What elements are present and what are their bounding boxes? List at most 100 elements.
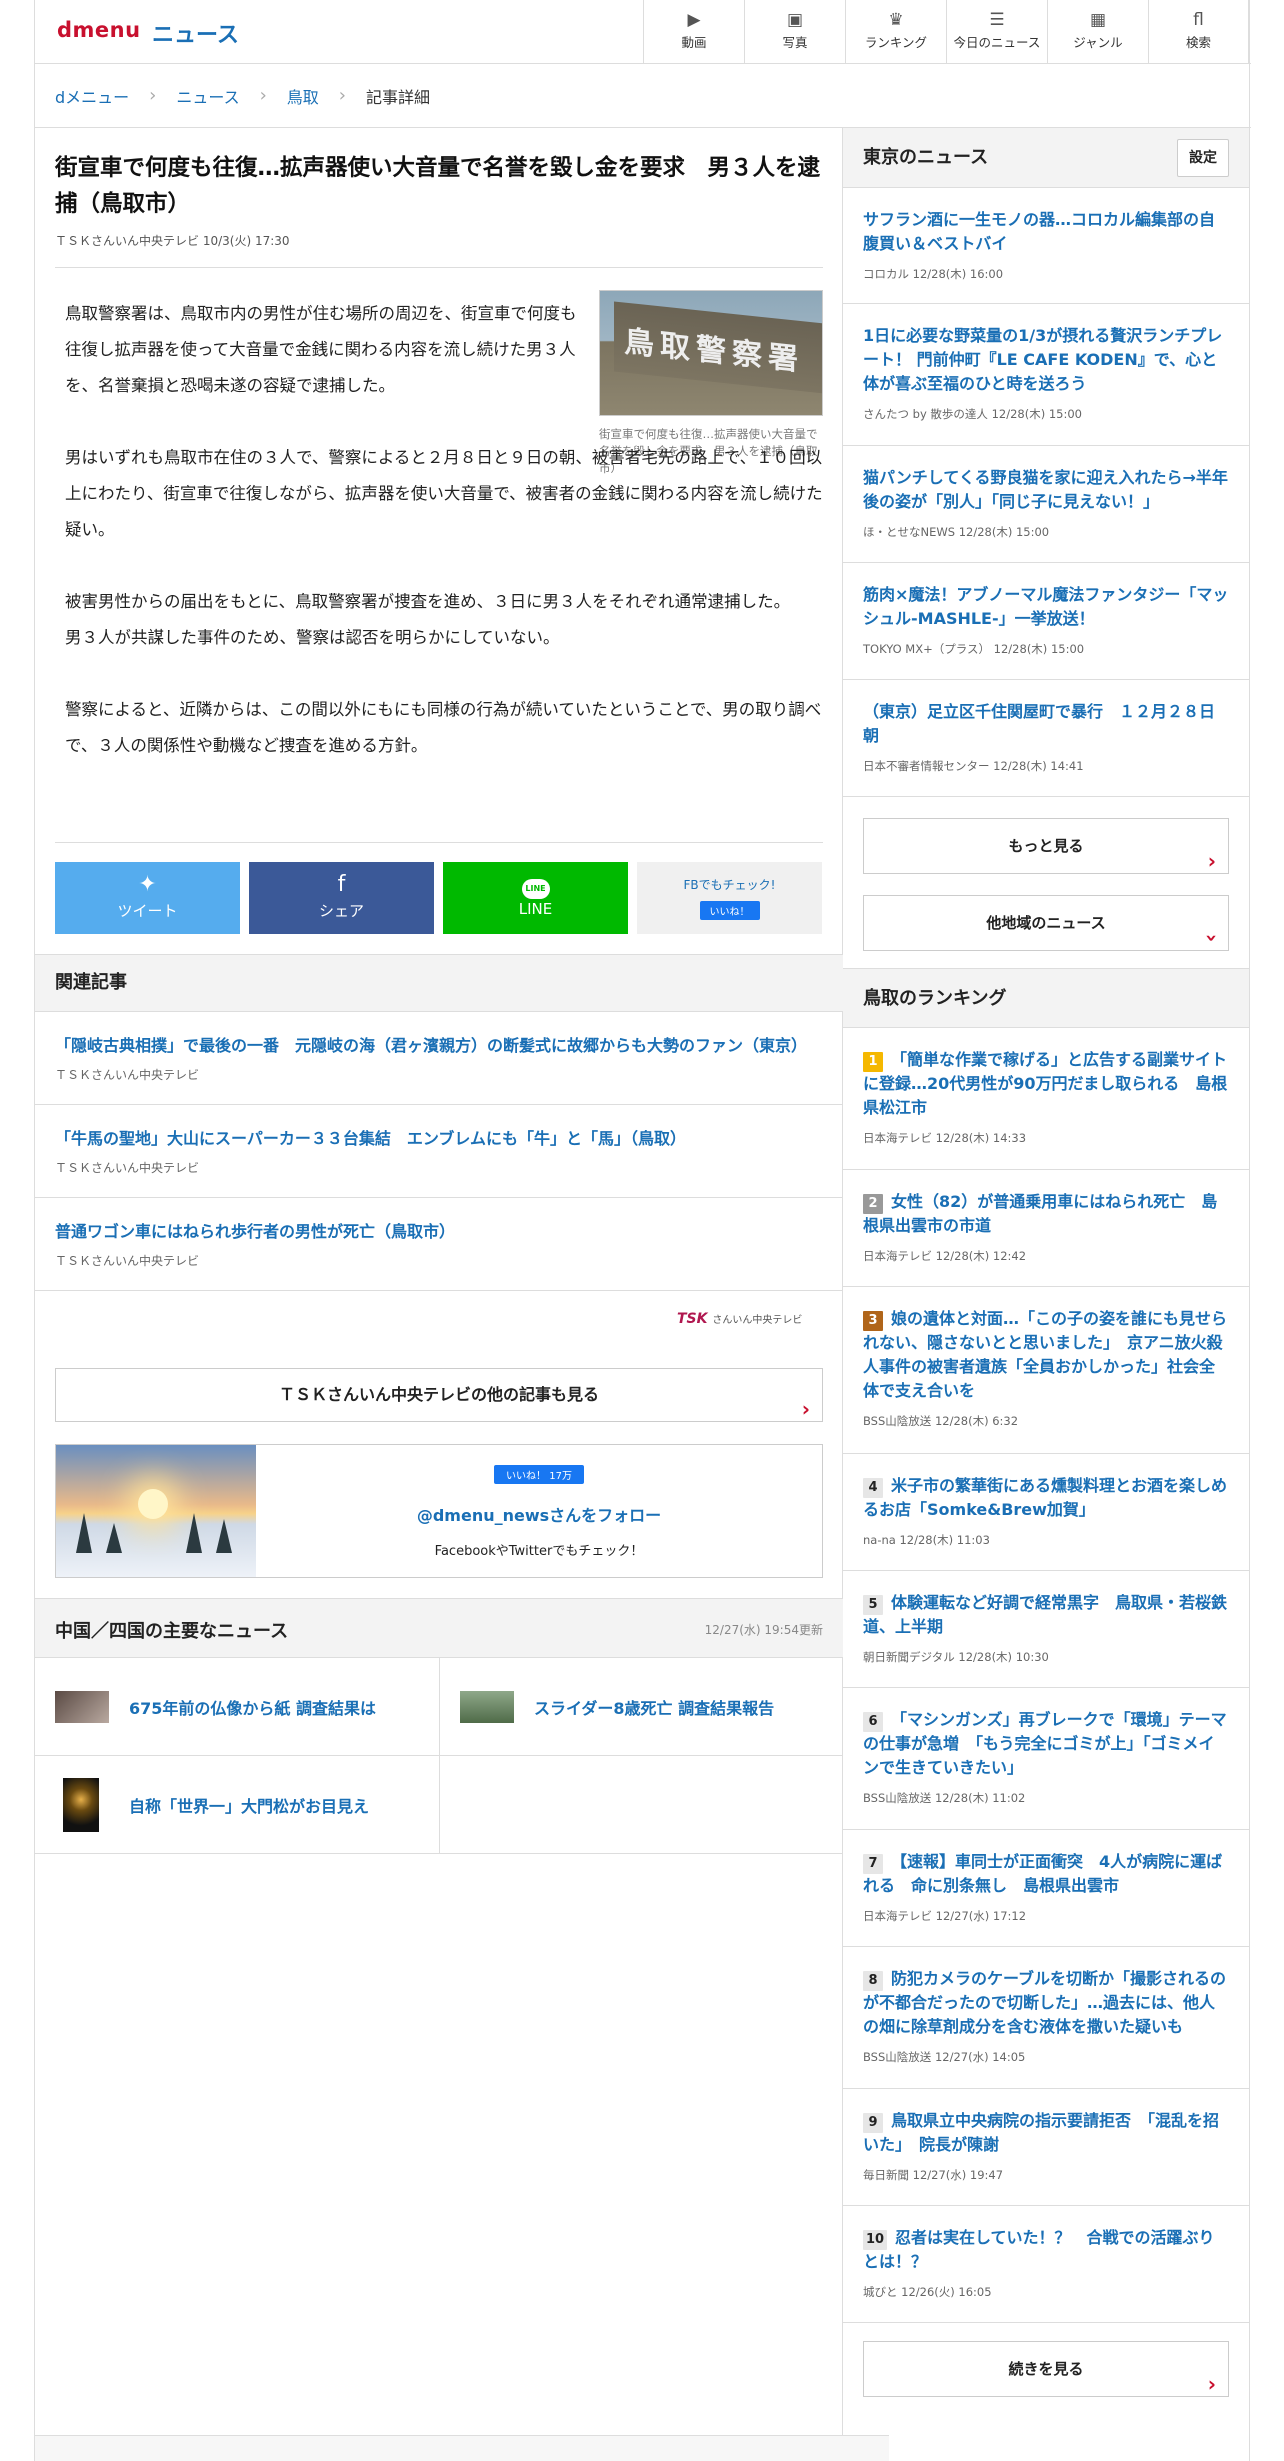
breadcrumb-current: 記事詳細 [366, 87, 431, 107]
rank-badge: 7 [863, 1854, 883, 1874]
ranking-item[interactable]: 3 娘の遺体と対面…「この子の姿を誰にも見せられない、隠さないとと思いました」 京… [843, 1287, 1249, 1454]
rank-badge: 6 [863, 1712, 883, 1732]
tweet-button[interactable]: ✦ ツイート [55, 862, 240, 934]
tokyo-news-item[interactable]: （東京）足立区千住関屋町で暴行 １２月２８日朝 日本不審者情報センター 12/28… [843, 680, 1249, 797]
news-section-title[interactable]: ニュース [152, 17, 239, 49]
today-news-icon: ☰ [989, 10, 1005, 30]
regional-item[interactable]: スライダー8歳死亡 調査結果報告 [439, 1658, 843, 1756]
tokyo-news-item[interactable]: サフラン酒に一生モノの器…コロカル編集部の自腹買い＆ベストバイ コロカル 12/2… [843, 188, 1249, 304]
related-item[interactable]: 「隠岐古典相撲」で最後の一番 元隠岐の海（君ヶ濱親方）の断髪式に故郷からも大勢の… [35, 1012, 843, 1105]
ranking-header: 鳥取のランキング [843, 968, 1249, 1028]
tsk-logo-text: TSK [677, 1311, 708, 1327]
related-source: ＴＳＫさんいん中央テレビ [55, 1161, 200, 1175]
ranking-item[interactable]: 8 防犯カメラのケーブルを切断か「撮影されるのが不都合だったので切断した」…過去に… [843, 1947, 1249, 2089]
tree-shape [76, 1513, 92, 1553]
nav-genre[interactable]: ▦ ジャンル [1047, 0, 1148, 64]
continue-ranking-button[interactable]: 続きを見る › [863, 2341, 1229, 2397]
settings-button[interactable]: 設定 [1177, 139, 1229, 177]
news-meta: TOKYO MX+（プラス） 12/28(木) 15:00 [863, 642, 1085, 656]
nav-video-label: 動画 [681, 35, 707, 50]
ranking-item[interactable]: 10 忍者は実在していた！？ 合戦での活躍ぶりとは！？ 城びと 12/26(火) 1… [843, 2206, 1249, 2323]
related-item[interactable]: 「牛馬の聖地」大山にスーパーカー３３台集結 エンブレムにも「牛」と「馬」（鳥取）… [35, 1105, 843, 1198]
news-meta: コロカル 12/28(木) 16:00 [863, 267, 1004, 281]
site-header: dmenu ニュース ▶ 動画 ▣ 写真 ♛ ランキング ☰ 今日のニュース ▦ ジャンル… [35, 0, 1251, 64]
ranking-meta: BSS山陰放送 12/28(木) 11:02 [863, 1791, 1026, 1805]
ranking-text: 米子市の繁華街にある燻製料理とお酒を楽しめるお店「Somke&Brew加賀」 [863, 1476, 1228, 1519]
main-column: 街宣車で何度も往復…拡声器使い大音量で名誉を毀し金を要求 男３人を逮捕（鳥取市）… [35, 128, 843, 2461]
share-bar: ✦ ツイート f シェア LINE LINE FBでもチェック! いいね！ [55, 862, 823, 934]
more-tsk-label: ＴＳＫさんいん中央テレビの他の記事も見る [278, 1385, 599, 1404]
continue-label: 続きを見る [1008, 2360, 1084, 2378]
ranking-text: 【速報】車同士が正面衝突 4人が病院に運ばれる 命に別条無し 島根県出雲市 [863, 1852, 1223, 1895]
news-title: 猫パンチしてくる野良猫を家に迎え入れたら→半年後の姿が「別人」「同じ子に見えない… [863, 468, 1228, 511]
tokyo-news-item[interactable]: 筋肉×魔法！アブノーマル魔法ファンタジー「マッシュル-MASHLE-」一挙放送！… [843, 563, 1249, 680]
tsk-logo-sub: さんいん中央テレビ [712, 1315, 803, 1326]
breadcrumb-news[interactable]: ニュース [176, 84, 239, 108]
ranking-item[interactable]: 7 【速報】車同士が正面衝突 4人が病院に運ばれる 命に別条無し 島根県出雲市 日本… [843, 1830, 1249, 1947]
ranking-text: 娘の遺体と対面…「この子の姿を誰にも見せられない、隠さないとと思いました」 京ア… [863, 1309, 1228, 1400]
divider [55, 842, 823, 843]
ranking-item[interactable]: 4 米子市の繁華街にある燻製料理とお酒を楽しめるお店「Somke&Brew加賀」 n… [843, 1454, 1249, 1571]
facebook-share-button[interactable]: f シェア [249, 862, 434, 934]
nav-ranking[interactable]: ♛ ランキング [845, 0, 946, 64]
more-tsk-articles-button[interactable]: ＴＳＫさんいん中央テレビの他の記事も見る › [55, 1368, 823, 1422]
dmenu-logo[interactable]: dmenu [57, 18, 141, 42]
ranking-meta: 日本海テレビ 12/28(木) 14:33 [863, 1131, 1027, 1145]
article-source: ＴＳＫさんいん中央テレビ 10/3(火) 17:30 [55, 234, 290, 248]
facebook-icon: f [337, 872, 346, 897]
chevron-right-icon: › [338, 85, 346, 106]
ranking-item[interactable]: 1 「簡単な作業で稼げる」と広告する副業サイトに登録…20代男性が90万円だまし取… [843, 1028, 1249, 1170]
ranking-text: 女性（82）が普通乗用車にはねられ死亡 島根県出雲市の市道 [863, 1192, 1218, 1235]
fb-like-button[interactable]: いいね！ [699, 901, 760, 920]
ranking-item[interactable]: 9 鳥取県立中央病院の指示要請拒否 「混乱を招いた」 院長が陳謝毎日新聞 12/2… [843, 2089, 1249, 2206]
ranking-meta: 城びと 12/26(火) 16:05 [863, 2285, 992, 2299]
nav-video[interactable]: ▶ 動画 [643, 0, 744, 64]
nav-search[interactable]: fl 検索 [1148, 0, 1249, 64]
chevron-right-icon: › [1207, 849, 1216, 873]
related-heading: 関連記事 [35, 954, 843, 1012]
ranking-title: 4 米子市の繁華街にある燻製料理とお酒を楽しめるお店「Somke&Brew加賀」 [863, 1474, 1229, 1522]
regional-item[interactable]: 自称「世界一」大門松がお目見え [35, 1756, 439, 1854]
fb-like-count-button[interactable]: いいね！ 17万 [494, 1465, 584, 1484]
follow-box: いいね！ 17万 @dmenu_newsさんをフォロー FacebookやTwi… [55, 1444, 823, 1578]
article-paragraph: 男３人が共謀した事件のため、警察は認否を明らかにしていない。 [65, 628, 560, 647]
chevron-right-icon: › [801, 1397, 810, 1421]
rank-badge: 3 [863, 1311, 883, 1331]
related-source: ＴＳＫさんいん中央テレビ [55, 1254, 200, 1268]
ranking-meta: BSS山陰放送 12/28(木) 6:32 [863, 1414, 1019, 1428]
nav-today-news[interactable]: ☰ 今日のニュース [946, 0, 1047, 64]
nav-photo[interactable]: ▣ 写真 [744, 0, 845, 64]
regional-item[interactable]: 675年前の仏像から紙 調査結果は [35, 1658, 439, 1756]
news-title: 1日に必要な野菜量の1/3が摂れる贅沢ランチプレート！ 門前仲町『LE CAFE… [863, 326, 1223, 393]
ranking-title: 9 鳥取県立中央病院の指示要請拒否 「混乱を招いた」 院長が陳謝 [863, 2109, 1229, 2157]
follow-text: いいね！ 17万 @dmenu_newsさんをフォロー FacebookやTwi… [256, 1445, 822, 1577]
tokyo-news-item[interactable]: 1日に必要な野菜量の1/3が摂れる贅沢ランチプレート！ 門前仲町『LE CAFE… [843, 304, 1249, 446]
more-label: もっと見る [1008, 837, 1084, 855]
line-share-button[interactable]: LINE LINE [443, 862, 628, 934]
follow-handle-link[interactable]: @dmenu_newsさんをフォロー [256, 1502, 822, 1526]
tree-shape [216, 1519, 232, 1553]
news-meta: 日本不審者情報センター 12/28(木) 14:41 [863, 759, 1084, 773]
ranking-item[interactable]: 2 女性（82）が普通乗用車にはねられ死亡 島根県出雲市の市道 日本海テレビ 12/… [843, 1170, 1249, 1287]
rank-badge: 9 [863, 2113, 883, 2133]
regional-updated: 12/27(水) 19:54更新 [704, 1623, 823, 1637]
breadcrumb-dmenu[interactable]: dメニュー [55, 84, 129, 108]
other-regions-dropdown[interactable]: 他地域のニュース › [863, 895, 1229, 951]
tree-shape [186, 1513, 202, 1553]
more-tokyo-news-button[interactable]: もっと見る › [863, 818, 1229, 874]
regional-empty-cell [439, 1756, 843, 1854]
breadcrumb-tottori[interactable]: 鳥取 [287, 84, 319, 108]
article-paragraph-text: 男はいずれも鳥取市在住の３人で、警察によると２月８日と９日の朝、被害者宅先の路上… [65, 448, 823, 539]
ranking-title: 5 体験運転など好調で経常黒字 鳥取県・若桜鉄道、上半期 [863, 1591, 1229, 1639]
tokyo-news-item[interactable]: 猫パンチしてくる野良猫を家に迎え入れたら→半年後の姿が「別人」「同じ子に見えない… [843, 446, 1249, 563]
related-title: 「隠岐古典相撲」で最後の一番 元隠岐の海（君ヶ濱親方）の断髪式に故郷からも大勢の… [55, 1036, 808, 1055]
ranking-meta: 毎日新聞 12/27(水) 19:47 [863, 2168, 1004, 2182]
follow-sub: FacebookやTwitterでもチェック！ [434, 1544, 644, 1559]
ranking-item[interactable]: 6 「マシンガンズ」再ブレークで「環境」テーマの仕事が急増 「もう完全にゴミが上」… [843, 1688, 1249, 1830]
related-item[interactable]: 普通ワゴン車にはねられ歩行者の男性が死亡（鳥取市） ＴＳＫさんいん中央テレビ [35, 1198, 843, 1291]
nav-genre-label: ジャンル [1073, 35, 1123, 50]
related-source: ＴＳＫさんいん中央テレビ [55, 1068, 200, 1082]
tokyo-news-header: 東京のニュース 設定 [843, 128, 1249, 188]
news-title: 筋肉×魔法！アブノーマル魔法ファンタジー「マッシュル-MASHLE-」一挙放送！ [863, 585, 1229, 628]
ranking-item[interactable]: 5 体験運転など好調で経常黒字 鳥取県・若桜鉄道、上半期 朝日新聞デジタル 12/2… [843, 1571, 1249, 1688]
